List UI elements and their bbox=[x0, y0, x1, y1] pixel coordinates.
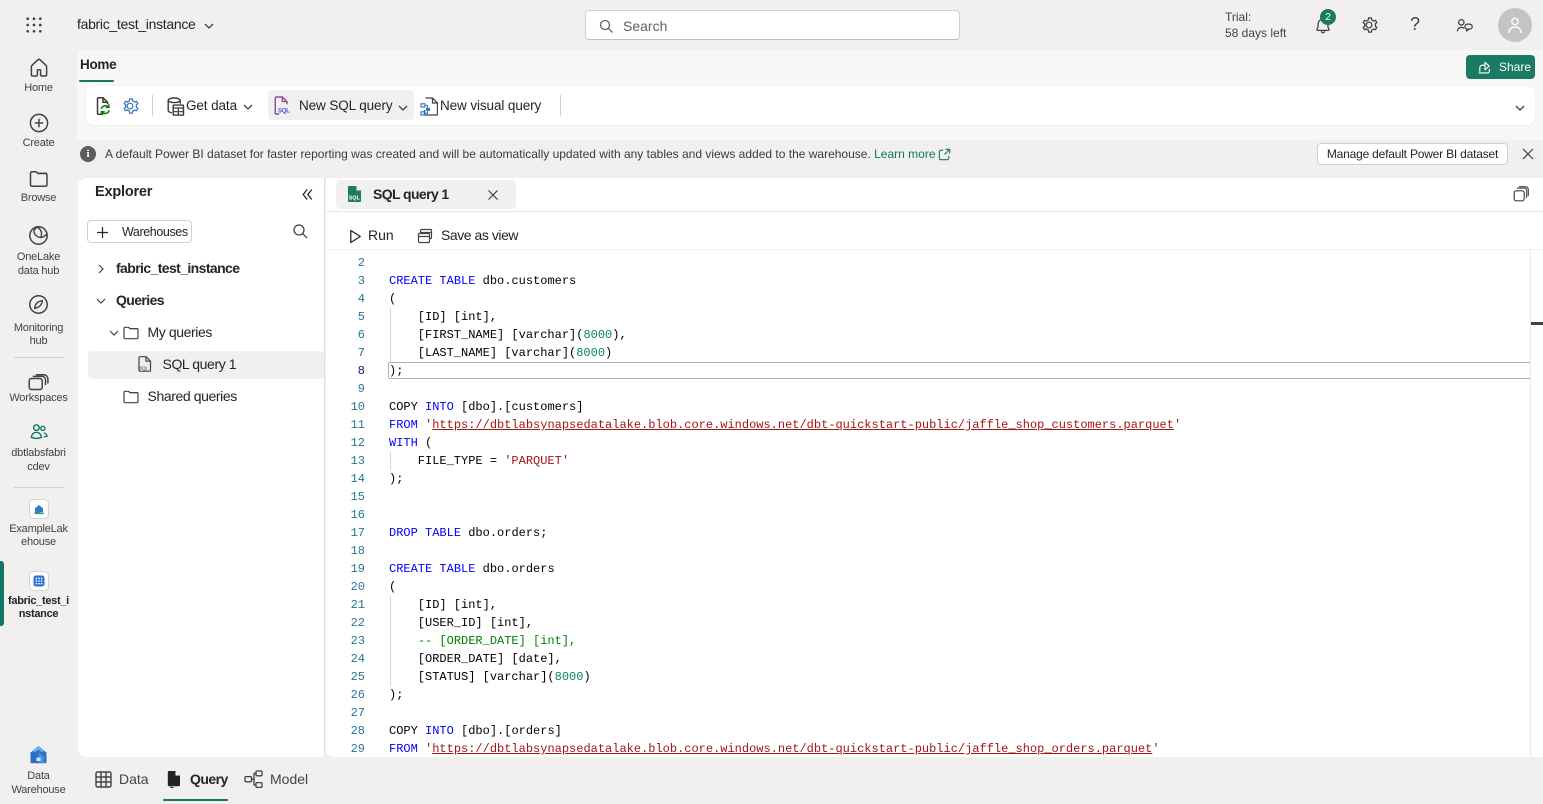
svg-text:SQL: SQL bbox=[139, 365, 148, 370]
svg-text:SQL: SQL bbox=[349, 195, 361, 201]
svg-text:SQL: SQL bbox=[278, 107, 290, 114]
